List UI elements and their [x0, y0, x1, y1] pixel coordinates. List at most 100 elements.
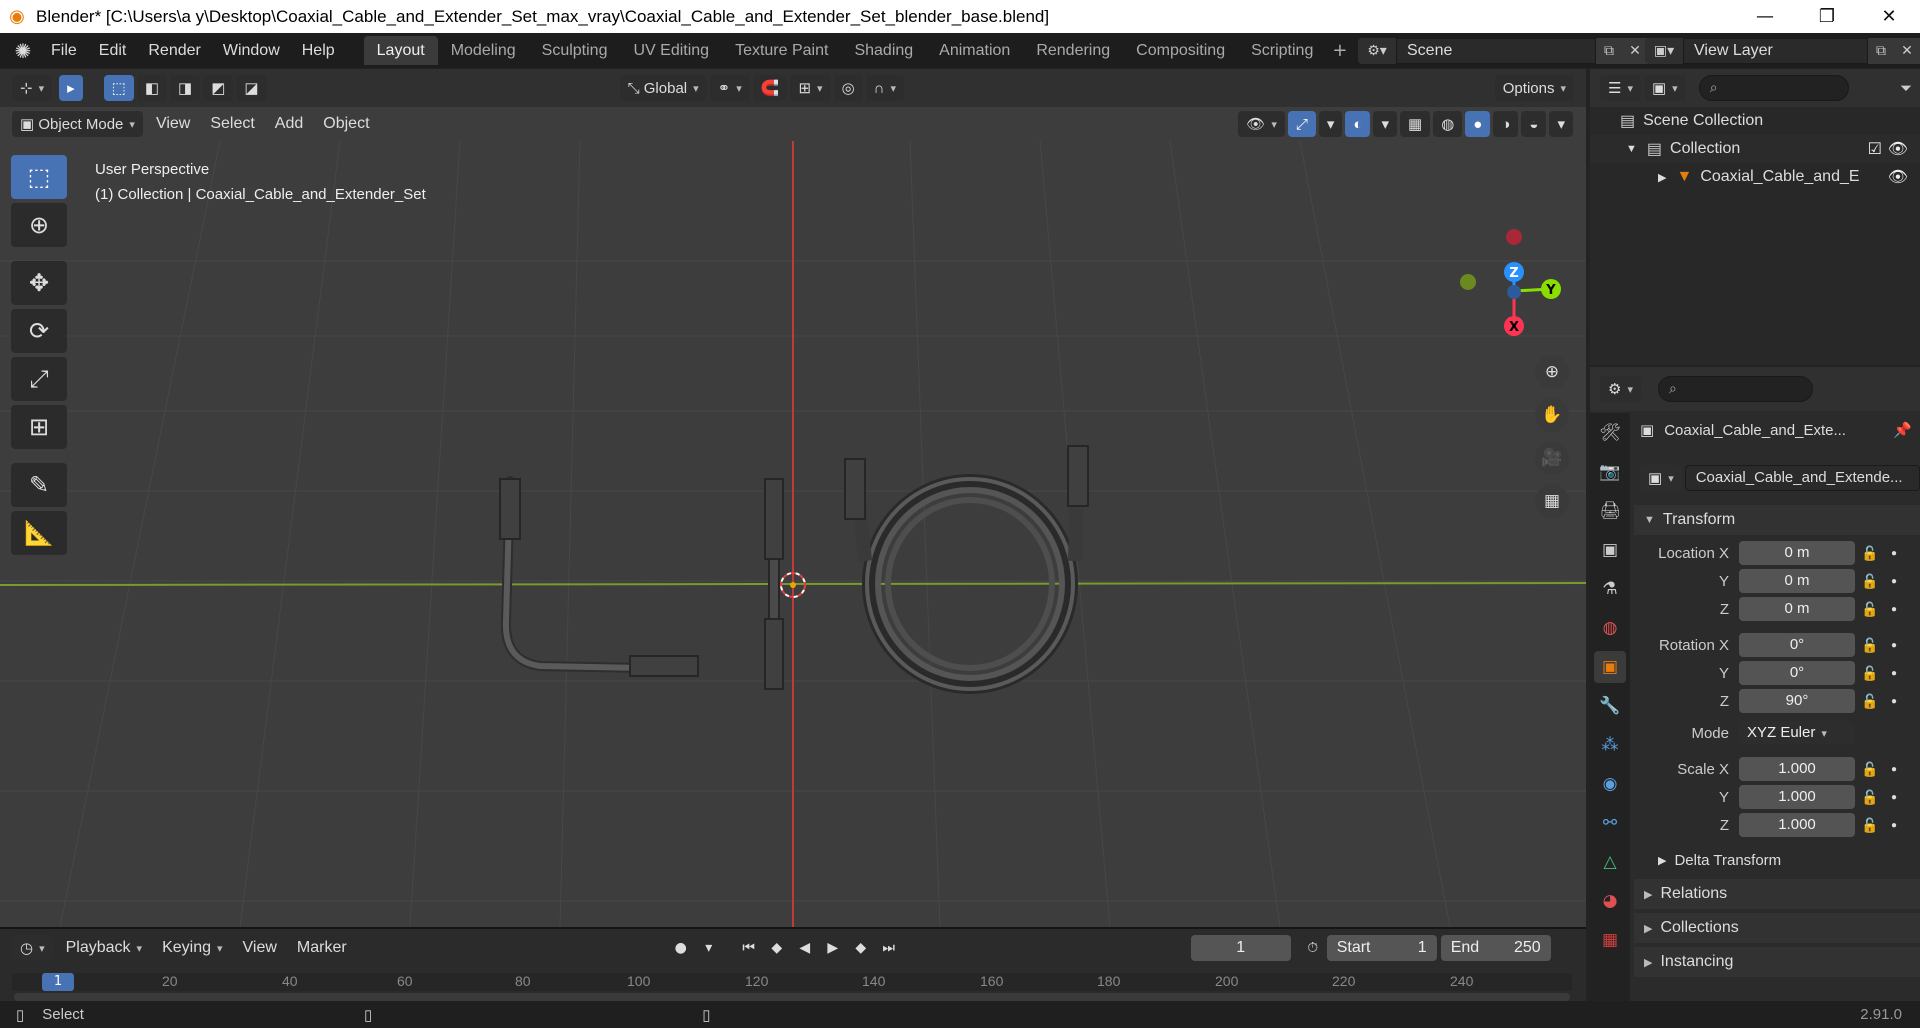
- particles-tab-icon[interactable]: ⁂: [1594, 729, 1626, 761]
- modifier-tab-icon[interactable]: 🔧: [1594, 690, 1626, 722]
- rotation-z-field[interactable]: 90°: [1739, 689, 1855, 713]
- collapse-arrow-icon[interactable]: ▶: [1658, 171, 1666, 184]
- tool-tab-icon[interactable]: 🛠: [1594, 417, 1626, 449]
- tab-sculpting[interactable]: Sculpting: [529, 36, 621, 65]
- tab-rendering[interactable]: Rendering: [1023, 36, 1123, 65]
- overlay-toggle-icon[interactable]: ◐: [1345, 111, 1371, 137]
- lock-icon[interactable]: 🔓: [1855, 545, 1885, 562]
- collections-panel-header[interactable]: ▶ Collections: [1634, 913, 1920, 943]
- data-tab-icon[interactable]: △: [1594, 846, 1626, 878]
- falloff-icon[interactable]: ∩ ▾: [865, 75, 904, 101]
- keyframe-dot-icon[interactable]: ●: [1885, 548, 1903, 559]
- select-box-new-icon[interactable]: ⬚: [103, 75, 134, 101]
- menu-edit[interactable]: Edit: [88, 33, 138, 68]
- delete-view-layer-icon[interactable]: ✕: [1894, 38, 1920, 64]
- proportional-edit-icon[interactable]: ◎: [833, 75, 863, 101]
- material-shading-icon[interactable]: ◑: [1493, 111, 1519, 137]
- timeline-menu-keying[interactable]: Keying ▾: [152, 935, 232, 961]
- annotate-tool-icon[interactable]: ✎: [11, 463, 67, 507]
- render-tab-icon[interactable]: 📷: [1594, 456, 1626, 488]
- object-mode-dropdown[interactable]: ▣ Object Mode ▾: [12, 111, 143, 137]
- viewport-canvas[interactable]: [0, 140, 1586, 927]
- select-box-intersect-icon[interactable]: ◪: [236, 75, 267, 101]
- keyframe-dot-icon[interactable]: ●: [1885, 640, 1903, 651]
- outliner-row-scene-collection[interactable]: ▤ Scene Collection: [1590, 107, 1920, 135]
- outliner-row-object[interactable]: ▶ ▼ Coaxial_Cable_and_E 👁: [1590, 163, 1920, 191]
- select-box-invert-icon[interactable]: ◩: [203, 75, 234, 101]
- texture-tab-icon[interactable]: ▦: [1594, 924, 1626, 956]
- play-icon[interactable]: ▶: [819, 934, 847, 962]
- tab-scripting[interactable]: Scripting: [1238, 36, 1326, 65]
- current-frame-field[interactable]: 1: [1190, 935, 1291, 961]
- rotation-mode-dropdown[interactable]: XYZ Euler ▾: [1739, 721, 1855, 745]
- select-mode-tweak-icon[interactable]: ▸: [59, 75, 83, 101]
- blender-logo-icon[interactable]: ✺: [6, 33, 40, 68]
- lock-icon[interactable]: 🔓: [1855, 693, 1885, 710]
- material-tab-icon[interactable]: ◕: [1594, 885, 1626, 917]
- new-scene-icon[interactable]: ⧉: [1596, 38, 1622, 64]
- scene-selector[interactable]: ⚙▾ Scene ⧉ ✕: [1358, 38, 1648, 64]
- gizmo-toggle-icon[interactable]: ⤢: [1287, 111, 1316, 137]
- end-frame-field[interactable]: End 250: [1440, 935, 1551, 961]
- scale-z-field[interactable]: 1.000: [1739, 813, 1855, 837]
- tab-modeling[interactable]: Modeling: [438, 36, 529, 65]
- jump-start-icon[interactable]: ⏮: [735, 934, 763, 962]
- add-workspace-button[interactable]: +: [1326, 40, 1353, 61]
- neg-x-axis-icon[interactable]: [1506, 229, 1522, 245]
- menu-help[interactable]: Help: [291, 33, 346, 68]
- output-tab-icon[interactable]: 🖨: [1594, 495, 1626, 527]
- pan-hand-icon[interactable]: ✋: [1535, 398, 1569, 432]
- keyframe-dot-icon[interactable]: ●: [1885, 696, 1903, 707]
- rendered-shading-icon[interactable]: ◒: [1521, 111, 1547, 137]
- new-view-layer-icon[interactable]: ⧉: [1868, 38, 1894, 64]
- object-eye-icon[interactable]: 👁: [1888, 167, 1908, 187]
- maximize-button[interactable]: ❐: [1796, 0, 1858, 33]
- timeline-ruler[interactable]: 20 40 60 80 100 120 140 160 180 200 220 …: [12, 973, 1572, 991]
- view-layer-icon[interactable]: ▣▾: [1645, 38, 1683, 64]
- tab-layout[interactable]: Layout: [363, 36, 438, 65]
- physics-tab-icon[interactable]: ◉: [1594, 768, 1626, 800]
- minimize-button[interactable]: —: [1734, 0, 1796, 33]
- stopwatch-icon[interactable]: ⏱: [1299, 934, 1327, 962]
- object-tab-icon[interactable]: ▣: [1594, 651, 1626, 683]
- constraints-tab-icon[interactable]: ⚯: [1594, 807, 1626, 839]
- transform-tool-icon[interactable]: ⊞: [11, 405, 67, 449]
- jump-end-icon[interactable]: ⏭: [875, 934, 903, 962]
- coiled-cable-object[interactable]: [844, 445, 1089, 694]
- relations-panel-header[interactable]: ▶ Relations: [1634, 879, 1920, 909]
- properties-search-input[interactable]: ⌕: [1657, 376, 1813, 402]
- properties-editor-type-button[interactable]: ⚙ ▾: [1600, 376, 1641, 402]
- filter-icon[interactable]: ⏷: [1900, 79, 1912, 97]
- cursor-tool-icon[interactable]: ⊕: [11, 203, 67, 247]
- view-layer-field[interactable]: View Layer: [1683, 38, 1868, 64]
- view-layer-tab-icon[interactable]: ▣: [1594, 534, 1626, 566]
- scene-icon[interactable]: ⚙▾: [1358, 38, 1396, 64]
- rotation-y-field[interactable]: 0°: [1739, 661, 1855, 685]
- location-y-field[interactable]: 0 m: [1739, 569, 1855, 593]
- location-x-field[interactable]: 0 m: [1739, 541, 1855, 565]
- select-box-subtract-icon[interactable]: ◨: [170, 75, 201, 101]
- keyframe-dot-icon[interactable]: ●: [1885, 604, 1903, 615]
- keyframe-dot-icon[interactable]: ●: [1885, 820, 1903, 831]
- play-reverse-icon[interactable]: ◀: [791, 934, 819, 962]
- close-button[interactable]: ✕: [1858, 0, 1920, 33]
- lock-icon[interactable]: 🔓: [1855, 789, 1885, 806]
- checkbox-icon[interactable]: ☑: [1868, 139, 1882, 159]
- menu-render[interactable]: Render: [137, 33, 211, 68]
- 3d-viewport[interactable]: ⊹ ▾ ▸ ⬚ ◧ ◨ ◩ ◪ ⤡ Global ▾ ⚭ ▾ 🧲 ⊞ ▾ ◎ ∩ ▾ Op…: [0, 69, 1586, 927]
- measure-tool-icon[interactable]: 📐: [11, 511, 67, 555]
- navigation-gizmo[interactable]: Z Y X: [1438, 219, 1568, 349]
- menu-file[interactable]: File: [40, 33, 88, 68]
- rotation-x-field[interactable]: 0°: [1739, 633, 1855, 657]
- keyframe-dot-icon[interactable]: ●: [1885, 576, 1903, 587]
- move-tool-icon[interactable]: ✥: [11, 261, 67, 305]
- overlay-dropdown-icon[interactable]: ▾: [1373, 111, 1397, 137]
- viewport-menu-select[interactable]: Select: [200, 111, 264, 137]
- rotate-tool-icon[interactable]: ⟳: [11, 309, 67, 353]
- instancing-panel-header[interactable]: ▶ Instancing: [1634, 947, 1920, 977]
- lock-icon[interactable]: 🔓: [1855, 817, 1885, 834]
- start-frame-field[interactable]: Start 1: [1326, 935, 1437, 961]
- timeline-menu-marker[interactable]: Marker: [287, 935, 357, 961]
- lock-icon[interactable]: 🔓: [1855, 573, 1885, 590]
- xray-icon[interactable]: ▦: [1400, 111, 1431, 137]
